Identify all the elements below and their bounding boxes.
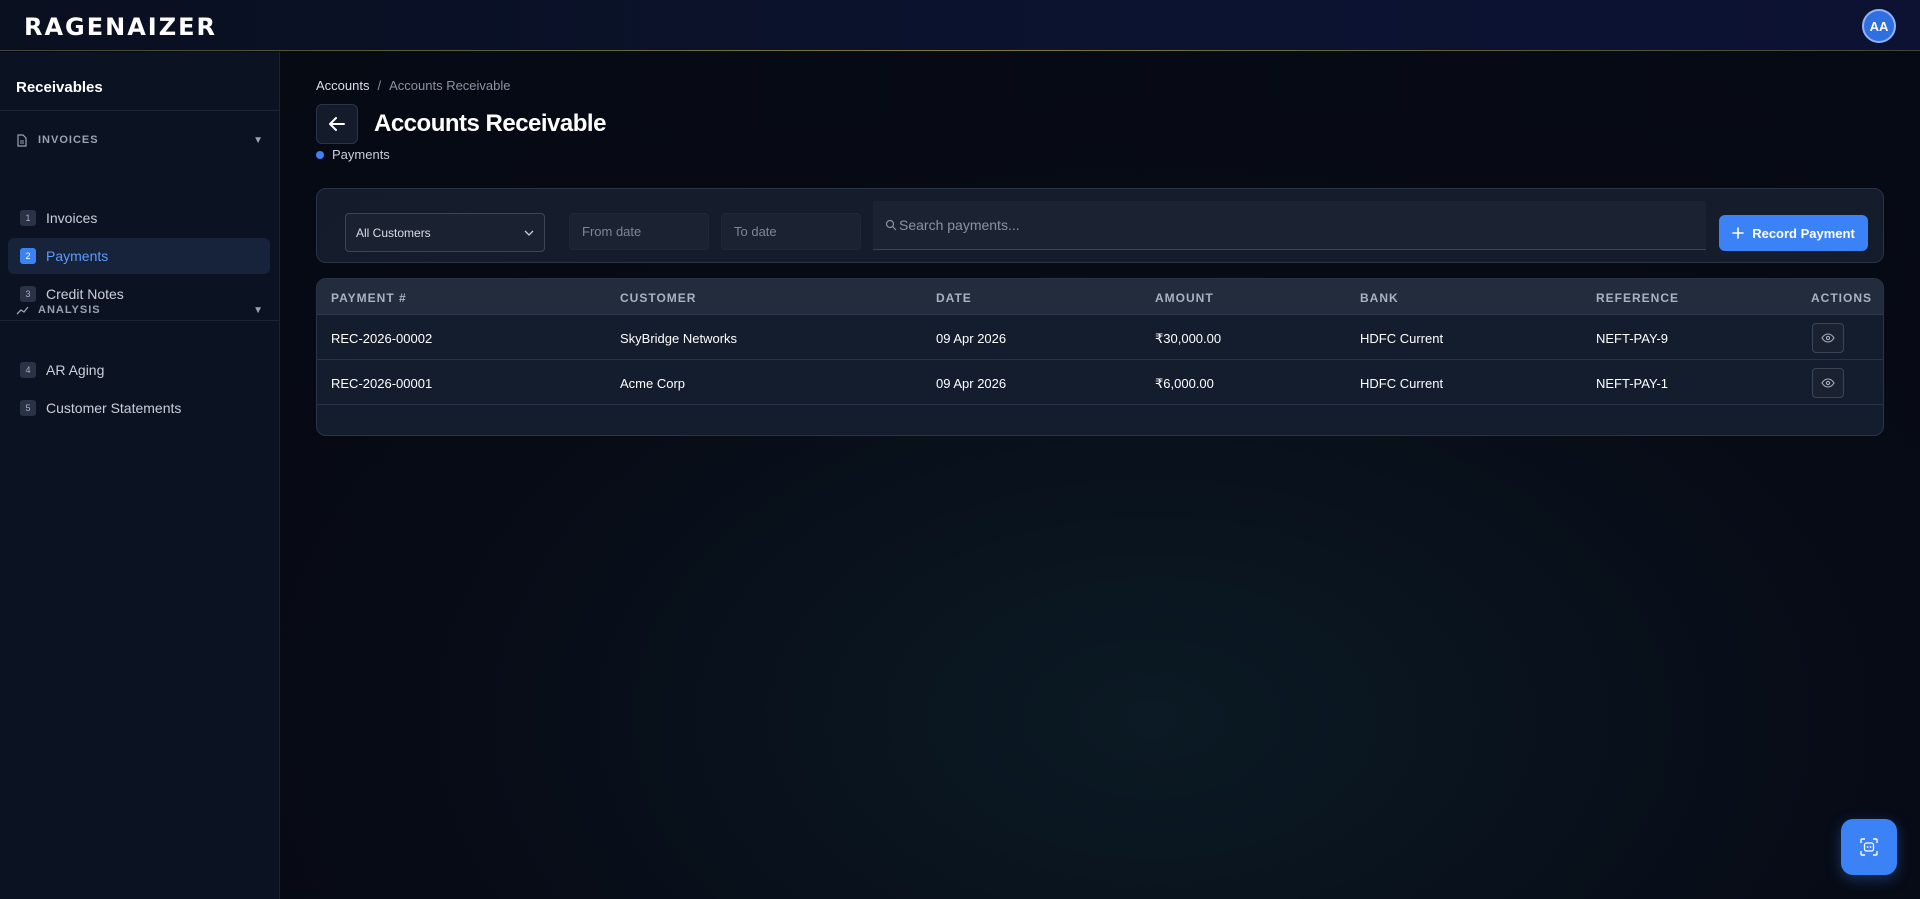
- assistant-fab-button[interactable]: [1841, 819, 1897, 875]
- view-button[interactable]: [1812, 368, 1844, 398]
- payment-date: 09 Apr 2026: [936, 376, 1007, 391]
- sidebar-item-label: Invoices: [46, 210, 98, 226]
- breadcrumb-separator: /: [377, 78, 382, 93]
- plus-icon: [1732, 227, 1745, 239]
- search-input[interactable]: [899, 217, 1706, 233]
- customer-name: Acme Corp: [620, 376, 686, 391]
- filter-bar: All Customers Record Payment: [316, 188, 1884, 263]
- sidebar-section-invoices[interactable]: INVOICES ▼: [16, 130, 264, 150]
- table-row[interactable]: REC-2026-00002 SkyBridge Networks 09 Apr…: [317, 315, 1883, 360]
- sidebar-divider: [0, 110, 279, 111]
- search-icon: [885, 219, 897, 231]
- chevron-down-icon[interactable]: ▼: [253, 305, 264, 316]
- table-header: PAYMENT # CUSTOMER DATE AMOUNT BANK REFE…: [317, 279, 1883, 315]
- chevron-down-icon[interactable]: ▼: [253, 135, 264, 146]
- record-payment-label: Record Payment: [1752, 225, 1855, 241]
- bank-name: HDFC Current: [1360, 331, 1444, 346]
- customer-select[interactable]: All Customers: [345, 213, 545, 252]
- sidebar-section-analysis[interactable]: ANALYSIS ▼: [16, 300, 264, 320]
- sidebar-item-invoices[interactable]: 1 Invoices: [8, 200, 270, 236]
- reference: NEFT-PAY-9: [1596, 331, 1669, 346]
- search-box: [873, 201, 1706, 250]
- sidebar-section-label: INVOICES: [38, 134, 99, 146]
- column-header-date[interactable]: DATE: [936, 291, 972, 305]
- sidebar-item-ar-aging[interactable]: 4 AR Aging: [8, 352, 270, 388]
- page-title: Accounts Receivable: [374, 110, 606, 137]
- sidebar-item-label: AR Aging: [46, 362, 105, 378]
- sidebar-item-number: 2: [20, 248, 36, 264]
- column-header-payment[interactable]: PAYMENT #: [331, 291, 407, 305]
- payment-date: 09 Apr 2026: [936, 331, 1007, 346]
- sidebar-divider: [0, 320, 279, 321]
- top-bar: RAGENAIZER AA: [0, 0, 1920, 51]
- subnav-label: Payments: [332, 147, 390, 162]
- sidebar-item-number: 1: [20, 210, 36, 226]
- breadcrumb-current: Accounts Receivable: [389, 78, 511, 93]
- sidebar-item-number: 5: [20, 400, 36, 416]
- view-button[interactable]: [1812, 323, 1844, 353]
- document-icon: [16, 133, 30, 147]
- sidebar: Receivables INVOICES ▼ 1 Invoices 2 Paym…: [0, 52, 280, 899]
- sidebar-item-customer-statements[interactable]: 5 Customer Statements: [8, 390, 270, 426]
- customer-select-value: All Customers: [356, 225, 431, 240]
- eye-icon: [1821, 333, 1835, 343]
- payment-amount: ₹30,000.00: [1155, 331, 1222, 346]
- bank-name: HDFC Current: [1360, 376, 1444, 391]
- sidebar-title: Receivables: [16, 79, 103, 96]
- breadcrumb-accounts[interactable]: Accounts: [316, 78, 369, 93]
- breadcrumb: Accounts / Accounts Receivable: [316, 78, 511, 93]
- sidebar-section-label: ANALYSIS: [38, 304, 101, 316]
- user-avatar[interactable]: AA: [1862, 9, 1896, 43]
- chevron-down-icon: [524, 228, 534, 238]
- record-payment-button[interactable]: Record Payment: [1719, 215, 1868, 251]
- payment-number: REC-2026-00001: [331, 376, 433, 391]
- customer-name: SkyBridge Networks: [620, 331, 738, 346]
- eye-icon: [1821, 378, 1835, 388]
- back-button[interactable]: [316, 104, 358, 144]
- reference: NEFT-PAY-1: [1596, 376, 1669, 391]
- to-date-input[interactable]: [721, 213, 861, 250]
- trend-icon: [16, 303, 30, 317]
- subnav-payments[interactable]: Payments: [316, 147, 390, 162]
- ai-assistant-icon: [1860, 838, 1878, 856]
- payments-table: PAYMENT # CUSTOMER DATE AMOUNT BANK REFE…: [316, 278, 1884, 436]
- table-row[interactable]: REC-2026-00001 Acme Corp 09 Apr 2026 ₹6,…: [317, 360, 1883, 405]
- payment-amount: ₹6,000.00: [1155, 376, 1214, 391]
- column-header-actions: ACTIONS: [1811, 291, 1872, 305]
- app-logo[interactable]: RAGENAIZER: [24, 15, 217, 39]
- sidebar-item-label: Payments: [46, 248, 109, 264]
- active-dot-icon: [316, 150, 324, 159]
- sidebar-item-payments[interactable]: 2 Payments: [8, 238, 270, 274]
- from-date-input[interactable]: [569, 213, 709, 250]
- column-header-reference[interactable]: REFERENCE: [1596, 291, 1679, 305]
- sidebar-item-number: 4: [20, 362, 36, 378]
- column-header-amount[interactable]: AMOUNT: [1155, 291, 1214, 305]
- column-header-customer[interactable]: CUSTOMER: [620, 291, 696, 305]
- arrow-left-icon: [329, 117, 345, 131]
- column-header-bank[interactable]: BANK: [1360, 291, 1399, 305]
- payment-number: REC-2026-00002: [331, 331, 433, 346]
- sidebar-item-label: Customer Statements: [46, 400, 182, 416]
